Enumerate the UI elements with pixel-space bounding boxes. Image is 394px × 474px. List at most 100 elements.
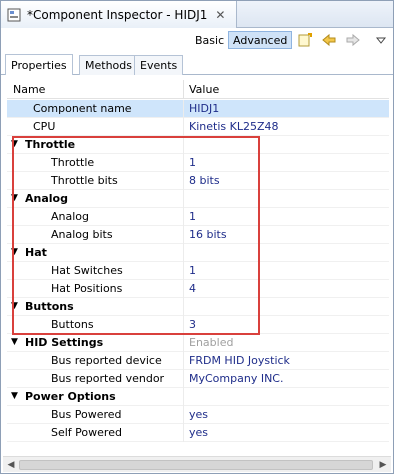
property-value[interactable]: 8 bits — [189, 174, 220, 187]
advanced-button[interactable]: Advanced — [228, 31, 293, 49]
table-row[interactable]: Analog bits 16 bits — [7, 226, 389, 244]
table-row[interactable]: Self Powered yes — [7, 424, 389, 442]
table-row[interactable]: ▼ HID Settings Enabled — [7, 334, 389, 352]
group-name: Power Options — [25, 390, 116, 403]
scroll-right-icon[interactable]: ▶ — [377, 459, 389, 471]
property-name: Component name — [33, 102, 132, 115]
scrollbar-thumb[interactable] — [19, 460, 373, 470]
table-row[interactable]: Hat Positions 4 — [7, 280, 389, 298]
table-row[interactable]: ▼ Analog — [7, 190, 389, 208]
table-row[interactable]: Throttle 1 — [7, 154, 389, 172]
group-name: Throttle — [25, 138, 76, 151]
column-divider — [183, 334, 184, 352]
property-name: Bus Powered — [51, 408, 122, 421]
chevron-down-icon[interactable]: ▼ — [11, 337, 21, 347]
table-row[interactable]: Hat Switches 1 — [7, 262, 389, 280]
property-value[interactable]: 16 bits — [189, 228, 227, 241]
scroll-left-icon[interactable]: ◀ — [5, 459, 17, 471]
property-name: CPU — [33, 120, 56, 133]
column-divider — [183, 424, 184, 442]
column-divider — [183, 118, 184, 136]
column-divider — [183, 316, 184, 334]
column-divider — [183, 172, 184, 190]
property-value[interactable]: MyCompany INC. — [189, 372, 283, 385]
table-row[interactable]: ▼ Buttons — [7, 298, 389, 316]
column-divider — [183, 100, 184, 118]
group-name: HID Settings — [25, 336, 104, 349]
forward-arrow-icon[interactable] — [345, 32, 361, 48]
table-row[interactable]: CPU Kinetis KL25Z48 — [7, 118, 389, 136]
property-value[interactable]: Enabled — [189, 336, 233, 349]
property-value[interactable]: 3 — [189, 318, 196, 331]
column-divider — [183, 136, 184, 154]
property-value[interactable]: yes — [189, 408, 208, 421]
chevron-down-icon[interactable]: ▼ — [11, 301, 21, 311]
property-name: Hat Positions — [51, 282, 123, 295]
table-row[interactable]: Analog 1 — [7, 208, 389, 226]
property-value[interactable]: 1 — [189, 210, 196, 223]
basic-button[interactable]: Basic — [191, 31, 228, 49]
property-name: Self Powered — [51, 426, 122, 439]
group-name: Hat — [25, 246, 47, 259]
column-divider — [183, 244, 184, 262]
column-divider — [183, 370, 184, 388]
property-name: Throttle bits — [51, 174, 118, 187]
property-value[interactable]: FRDM HID Joystick — [189, 354, 290, 367]
property-value[interactable]: 1 — [189, 156, 196, 169]
tab-methods[interactable]: Methods — [79, 55, 138, 75]
window-title: *Component Inspector - HIDJ1 — [27, 7, 208, 22]
column-divider — [183, 298, 184, 316]
tab-events[interactable]: Events — [134, 55, 184, 75]
table-row[interactable]: Bus reported device FRDM HID Joystick — [7, 352, 389, 370]
column-divider — [183, 262, 184, 280]
inspector-subtabs: Properties Methods Events — [1, 52, 393, 75]
column-header-value[interactable]: Value — [189, 83, 219, 96]
table-row[interactable]: ▼ Hat — [7, 244, 389, 262]
table-row[interactable]: Throttle bits 8 bits — [7, 172, 389, 190]
table-row[interactable]: Component name HIDJ1 — [7, 100, 389, 118]
table-row[interactable]: ▼ Throttle — [7, 136, 389, 154]
tab-properties[interactable]: Properties — [5, 54, 73, 75]
close-icon[interactable]: ✕ — [215, 8, 225, 22]
property-name: Buttons — [51, 318, 94, 331]
component-icon — [7, 8, 21, 21]
table-row[interactable]: Bus reported vendor MyCompany INC. — [7, 370, 389, 388]
property-name: Analog — [51, 210, 90, 223]
component-inspector-window: *Component Inspector - HIDJ1 ✕ Basic Adv… — [0, 0, 394, 474]
horizontal-scrollbar[interactable]: ◀ ▶ — [3, 456, 391, 472]
property-value[interactable]: 4 — [189, 282, 196, 295]
property-name: Hat Switches — [51, 264, 123, 277]
inspector-toolbar: Basic Advanced — [1, 28, 393, 52]
table-row[interactable]: Buttons 3 — [7, 316, 389, 334]
property-name: Throttle — [51, 156, 95, 169]
view-menu-icon[interactable] — [373, 32, 389, 48]
table-row[interactable]: Bus Powered yes — [7, 406, 389, 424]
title-bar: *Component Inspector - HIDJ1 ✕ — [1, 1, 393, 28]
column-divider — [183, 226, 184, 244]
property-value[interactable]: 1 — [189, 264, 196, 277]
property-value[interactable]: HIDJ1 — [189, 102, 219, 115]
column-divider — [183, 406, 184, 424]
table-row[interactable]: ▼ Power Options — [7, 388, 389, 406]
group-name: Analog — [25, 192, 68, 205]
column-divider[interactable] — [183, 80, 184, 99]
column-divider — [183, 208, 184, 226]
column-divider — [183, 190, 184, 208]
chevron-down-icon[interactable]: ▼ — [11, 247, 21, 257]
chevron-down-icon[interactable]: ▼ — [11, 193, 21, 203]
property-name: Bus reported device — [51, 354, 162, 367]
column-divider — [183, 154, 184, 172]
property-name: Analog bits — [51, 228, 113, 241]
property-value[interactable]: yes — [189, 426, 208, 439]
column-divider — [183, 352, 184, 370]
chevron-down-icon[interactable]: ▼ — [11, 139, 21, 149]
group-name: Buttons — [25, 300, 74, 313]
new-note-icon[interactable] — [297, 32, 313, 48]
back-arrow-icon[interactable] — [321, 32, 337, 48]
editor-tab[interactable]: *Component Inspector - HIDJ1 ✕ — [1, 1, 237, 28]
chevron-down-icon[interactable]: ▼ — [11, 391, 21, 401]
column-header-name[interactable]: Name — [13, 83, 45, 96]
property-name: Bus reported vendor — [51, 372, 165, 385]
property-value[interactable]: Kinetis KL25Z48 — [189, 120, 278, 133]
column-divider — [183, 388, 184, 406]
